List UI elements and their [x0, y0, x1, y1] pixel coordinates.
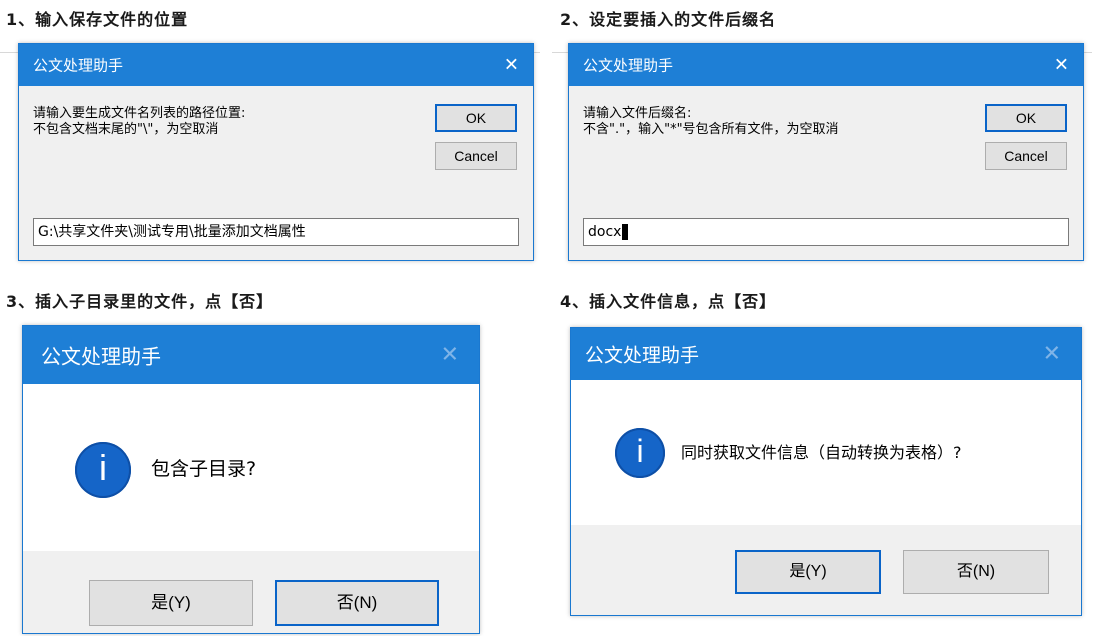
suffix-input-value: docx: [588, 224, 622, 240]
dialog-titlebar: 公文处理助手 ✕: [23, 326, 479, 384]
file-info-confirm-dialog: 公文处理助手 ✕ i 同时获取文件信息（自动转换为表格）? 是(Y) 否(N): [570, 327, 1082, 616]
dialog-title: 公文处理助手: [33, 56, 124, 75]
suffix-input[interactable]: docx: [583, 218, 1069, 246]
dialog-title: 公文处理助手: [41, 344, 161, 369]
prompt-line-2: 不包含文档末尾的"\"，为空取消: [33, 122, 219, 137]
dialog-titlebar: 公文处理助手 ✕: [569, 44, 1083, 86]
step-1-caption: 1、输入保存文件的位置: [6, 10, 189, 29]
step-4-caption: 4、插入文件信息，点【否】: [560, 292, 777, 311]
suffix-input-dialog: 公文处理助手 ✕ 请输入文件后缀名: 不含"."，输入"*"号包含所有文件，为空…: [568, 43, 1084, 261]
dialog-message: 同时获取文件信息（自动转换为表格）?: [681, 443, 962, 462]
path-input[interactable]: G:\共享文件夹\测试专用\批量添加文档属性: [33, 218, 519, 246]
dialog-title: 公文处理助手: [583, 56, 674, 75]
prompt-line-1: 请输入文件后缀名:: [583, 106, 692, 121]
cancel-button[interactable]: Cancel: [985, 142, 1067, 170]
cancel-button[interactable]: Cancel: [435, 142, 517, 170]
prompt-line-2: 不含"."，输入"*"号包含所有文件，为空取消: [583, 122, 839, 137]
info-glyph: i: [99, 447, 107, 488]
no-button[interactable]: 否(N): [275, 580, 439, 626]
close-icon[interactable]: ✕: [1043, 342, 1061, 367]
text-caret: [622, 224, 629, 240]
yes-button[interactable]: 是(Y): [735, 550, 881, 594]
subdirectory-confirm-dialog: 公文处理助手 ✕ i 包含子目录? 是(Y) 否(N): [22, 325, 480, 634]
ok-button[interactable]: OK: [435, 104, 517, 132]
yes-button[interactable]: 是(Y): [89, 580, 253, 626]
close-icon[interactable]: ✕: [1054, 55, 1069, 76]
dialog-message: 包含子目录?: [151, 458, 257, 480]
prompt-line-1: 请输入要生成文件名列表的路径位置:: [33, 106, 246, 121]
info-icon: i: [615, 428, 665, 478]
dialog-title: 公文处理助手: [585, 344, 700, 367]
info-icon: i: [75, 442, 131, 498]
no-button[interactable]: 否(N): [903, 550, 1049, 594]
dialog-titlebar: 公文处理助手 ✕: [571, 328, 1081, 380]
step-3-caption: 3、插入子目录里的文件，点【否】: [6, 292, 274, 311]
path-input-dialog: 公文处理助手 ✕ 请输入要生成文件名列表的路径位置: 不包含文档末尾的"\"，为…: [18, 43, 534, 261]
close-icon[interactable]: ✕: [504, 55, 519, 76]
close-icon[interactable]: ✕: [441, 343, 459, 368]
info-glyph: i: [636, 433, 644, 469]
step-2-caption: 2、设定要插入的文件后缀名: [560, 10, 777, 29]
dialog-titlebar: 公文处理助手 ✕: [19, 44, 533, 86]
ok-button[interactable]: OK: [985, 104, 1067, 132]
